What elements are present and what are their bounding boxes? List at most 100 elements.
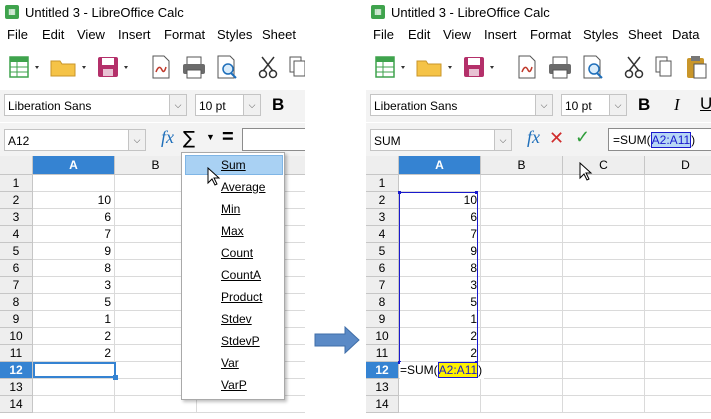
grid-cell[interactable]: [563, 192, 645, 209]
row-header[interactable]: 6: [0, 260, 33, 277]
font-name-box[interactable]: Liberation Sans ⌵: [4, 94, 187, 116]
grid-cell[interactable]: [563, 345, 645, 362]
menu-item-max[interactable]: Max: [221, 224, 244, 238]
copy-icon[interactable]: [653, 54, 677, 80]
chevron-down-icon[interactable]: ⌵: [169, 95, 186, 115]
grid-cell[interactable]: [563, 260, 645, 277]
grid-cell[interactable]: [481, 192, 563, 209]
cell-a2[interactable]: 10: [33, 192, 115, 209]
open-folder-icon[interactable]: [48, 54, 88, 80]
cell-a14[interactable]: [399, 396, 481, 413]
grid-cell[interactable]: [645, 311, 711, 328]
cell-a11[interactable]: 2: [33, 345, 115, 362]
row-header[interactable]: 13: [0, 379, 33, 396]
row-header[interactable]: 5: [0, 243, 33, 260]
paste-icon[interactable]: [684, 54, 710, 80]
name-box[interactable]: SUM ⌵: [370, 129, 512, 151]
grid-cell[interactable]: [481, 260, 563, 277]
bold-button[interactable]: B: [272, 95, 284, 115]
print-preview-icon[interactable]: [580, 54, 606, 80]
menu-item-product[interactable]: Product: [221, 290, 262, 304]
row-header[interactable]: 10: [366, 328, 399, 345]
grid-cell[interactable]: [563, 362, 645, 379]
cell-a4[interactable]: 7: [33, 226, 115, 243]
row-header[interactable]: 6: [366, 260, 399, 277]
chevron-down-icon[interactable]: ⌵: [243, 95, 260, 115]
menu-styles[interactable]: Styles: [217, 27, 252, 42]
grid-cell[interactable]: [645, 277, 711, 294]
chevron-down-icon[interactable]: ⌵: [128, 130, 145, 150]
bold-button[interactable]: B: [638, 95, 650, 115]
row-header[interactable]: 3: [0, 209, 33, 226]
menu-file[interactable]: File: [373, 27, 394, 42]
row-header[interactable]: 4: [0, 226, 33, 243]
grid-cell[interactable]: [481, 277, 563, 294]
row-header[interactable]: 5: [366, 243, 399, 260]
grid-cell[interactable]: [645, 345, 711, 362]
new-spreadsheet-icon[interactable]: [6, 54, 42, 80]
fill-handle[interactable]: [113, 375, 118, 380]
grid-cell[interactable]: [645, 243, 711, 260]
new-spreadsheet-icon[interactable]: [372, 54, 408, 80]
grid-cell[interactable]: [563, 226, 645, 243]
function-wizard-icon[interactable]: fx: [161, 127, 174, 148]
menu-file[interactable]: File: [7, 27, 28, 42]
menu-format[interactable]: Format: [164, 27, 205, 42]
column-header-a[interactable]: A: [399, 156, 481, 175]
spreadsheet-grid[interactable]: A B C D 1 2 10 3 6 4 7 5 9 6 8 7 3 8 5 9 1 10 2 11 2 12 13 14 =…: [366, 156, 711, 419]
grid-cell[interactable]: [481, 379, 563, 396]
menu-view[interactable]: View: [443, 27, 471, 42]
row-header[interactable]: 2: [0, 192, 33, 209]
cut-icon[interactable]: [256, 54, 280, 80]
row-header[interactable]: 11: [366, 345, 399, 362]
menu-item-sum[interactable]: Sum: [221, 158, 246, 172]
grid-cell[interactable]: [645, 379, 711, 396]
font-size-box[interactable]: 10 pt ⌵: [561, 94, 627, 116]
cell-a14[interactable]: [33, 396, 115, 413]
cell-a1[interactable]: [399, 175, 481, 192]
grid-cell[interactable]: [645, 175, 711, 192]
cell-a9[interactable]: 1: [33, 311, 115, 328]
cell-a10[interactable]: 2: [33, 328, 115, 345]
menu-insert[interactable]: Insert: [484, 27, 517, 42]
cell-a3[interactable]: 6: [33, 209, 115, 226]
function-wizard-icon[interactable]: fx: [527, 127, 540, 148]
copy-icon[interactable]: [287, 54, 305, 80]
grid-cell[interactable]: [563, 277, 645, 294]
grid-cell[interactable]: [563, 311, 645, 328]
save-icon[interactable]: [95, 54, 131, 80]
menu-insert[interactable]: Insert: [118, 27, 151, 42]
row-header[interactable]: 11: [0, 345, 33, 362]
cell-a7[interactable]: 3: [33, 277, 115, 294]
italic-button[interactable]: I: [674, 95, 680, 115]
menu-item-varp[interactable]: VarP: [221, 378, 247, 392]
print-icon[interactable]: [181, 54, 207, 80]
grid-cell[interactable]: [481, 226, 563, 243]
save-icon[interactable]: [461, 54, 497, 80]
row-header[interactable]: 9: [0, 311, 33, 328]
formula-input[interactable]: =SUM(A2:A11): [608, 128, 711, 151]
cell-a1[interactable]: [33, 175, 115, 192]
row-header[interactable]: 10: [0, 328, 33, 345]
select-all-corner[interactable]: [366, 156, 399, 175]
grid-cell[interactable]: [481, 362, 563, 379]
grid-cell[interactable]: [645, 328, 711, 345]
menu-edit[interactable]: Edit: [408, 27, 430, 42]
grid-cell[interactable]: [481, 243, 563, 260]
cell-a6[interactable]: 8: [33, 260, 115, 277]
range-handle[interactable]: [398, 191, 401, 194]
row-header[interactable]: 8: [0, 294, 33, 311]
sum-dropdown-arrow-icon[interactable]: ▼: [206, 132, 215, 142]
menu-item-stdev[interactable]: Stdev: [221, 312, 252, 326]
menu-item-stdevp[interactable]: StdevP: [221, 334, 260, 348]
menu-item-counta[interactable]: CountA: [221, 268, 261, 282]
grid-cell[interactable]: [481, 209, 563, 226]
menu-data[interactable]: Data: [672, 27, 699, 42]
menu-styles[interactable]: Styles: [583, 27, 618, 42]
cell-a13[interactable]: [399, 379, 481, 396]
underline-button[interactable]: U: [700, 94, 711, 114]
row-header[interactable]: 3: [366, 209, 399, 226]
row-header[interactable]: 1: [366, 175, 399, 192]
column-header-b[interactable]: B: [481, 156, 563, 175]
accept-icon[interactable]: ✓: [575, 127, 590, 148]
